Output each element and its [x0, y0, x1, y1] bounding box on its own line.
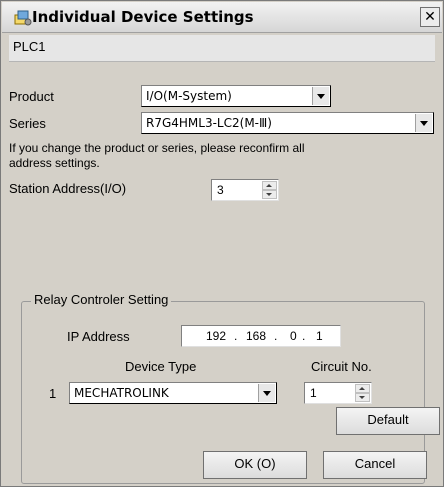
window-title: Individual Device Settings	[32, 8, 254, 26]
ip-octet-2: 168	[246, 329, 267, 343]
product-select[interactable]: I/O(M-System)	[141, 85, 331, 107]
ip-dot: .	[274, 329, 278, 343]
notice-line-1: If you change the product or series, ple…	[9, 141, 305, 155]
chevron-down-icon[interactable]	[312, 87, 329, 105]
spin-arrows-icon[interactable]	[355, 384, 370, 402]
ip-address-field[interactable]: 192 . 168 . 0 . 1	[181, 325, 341, 347]
relay-controller-legend: Relay Controler Setting	[31, 292, 172, 307]
circuit-no-header: Circuit No.	[311, 359, 372, 374]
dialog-window: Individual Device Settings ✕ PLC1 Produc…	[0, 0, 444, 487]
circuit-no-value: 1	[310, 386, 317, 400]
cancel-button[interactable]: Cancel	[323, 451, 427, 479]
chevron-down-icon[interactable]	[258, 384, 275, 402]
series-value: R7G4HML3-LC2(M-Ⅲ)	[146, 116, 272, 130]
ip-dot: .	[302, 329, 306, 343]
title-bar[interactable]: Individual Device Settings ✕	[2, 2, 442, 33]
product-value: I/O(M-System)	[146, 89, 232, 103]
series-label: Series	[9, 116, 46, 131]
row-index: 1	[49, 386, 57, 401]
device-type-select[interactable]: MECHATROLINK	[69, 382, 277, 404]
station-address-spinner[interactable]: 3	[211, 179, 279, 201]
device-type-header: Device Type	[125, 359, 197, 374]
spin-arrows-icon[interactable]	[262, 181, 277, 199]
close-icon[interactable]: ✕	[420, 7, 440, 27]
chevron-down-icon[interactable]	[415, 114, 432, 132]
station-address-value: 3	[217, 183, 224, 197]
circuit-no-spinner[interactable]: 1	[304, 382, 372, 404]
ip-dot: .	[234, 329, 238, 343]
product-label: Product	[9, 89, 54, 104]
plc-name: PLC1	[13, 39, 46, 54]
ok-button[interactable]: OK (O)	[203, 451, 307, 479]
station-address-label: Station Address(I/O)	[9, 181, 127, 196]
ip-octet-4: 1	[316, 329, 323, 343]
series-select[interactable]: R7G4HML3-LC2(M-Ⅲ)	[141, 112, 434, 134]
default-button[interactable]: Default	[336, 407, 440, 435]
ip-octet-3: 0	[290, 329, 297, 343]
ip-address-label: IP Address	[67, 329, 130, 344]
plc-name-bar: PLC1	[9, 35, 435, 62]
notice-line-2: address settings.	[9, 156, 100, 170]
ip-octet-1: 192	[206, 329, 227, 343]
device-settings-icon	[14, 10, 32, 26]
device-type-value: MECHATROLINK	[74, 386, 169, 400]
